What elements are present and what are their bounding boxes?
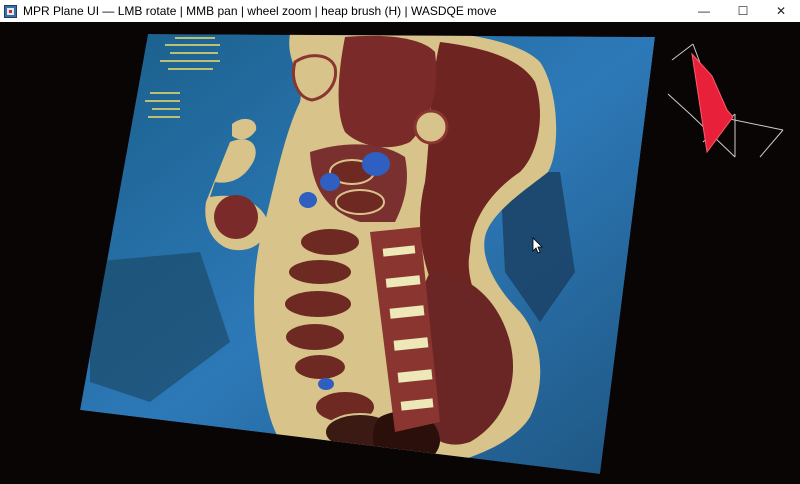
close-button[interactable]: ✕	[763, 0, 799, 22]
title-bar[interactable]: MPR Plane UI — LMB rotate | MMB pan | wh…	[0, 0, 800, 22]
minimize-button[interactable]: —	[686, 0, 722, 22]
orientation-widget[interactable]	[667, 43, 784, 158]
mpr-slice-plane[interactable]	[80, 31, 655, 474]
close-icon: ✕	[775, 4, 787, 18]
minimize-icon: —	[698, 4, 710, 18]
render-viewport[interactable]	[0, 22, 800, 484]
window-title: MPR Plane UI — LMB rotate | MMB pan | wh…	[23, 4, 497, 18]
mpr-scene[interactable]	[0, 22, 800, 484]
maximize-icon: ☐	[737, 4, 749, 18]
orientation-plane-marker	[691, 52, 734, 154]
app-icon	[4, 4, 17, 18]
maximize-button[interactable]: ☐	[725, 0, 761, 22]
